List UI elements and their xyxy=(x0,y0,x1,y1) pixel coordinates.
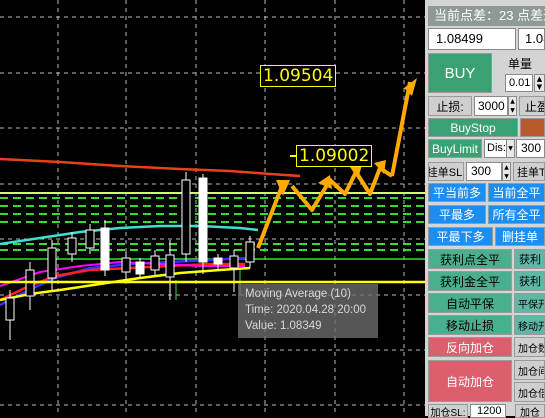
ma-tooltip: Moving Average (10) Time: 2020.04.28 20:… xyxy=(238,284,378,338)
stop-label: 止损: xyxy=(428,96,472,116)
buylimit-button[interactable]: BuyLimit xyxy=(428,139,482,158)
tooltip-line-2: Time: 2020.04.28 20:00 xyxy=(245,304,367,316)
ma-orange-line xyxy=(0,157,301,178)
profit-points-side-button[interactable]: 获利 xyxy=(514,249,545,269)
ma-cyan-line xyxy=(0,224,259,246)
dis-label: Dis: xyxy=(484,139,508,158)
close-all-current-button[interactable]: 当前全平 xyxy=(488,183,545,202)
stop-input[interactable]: 3000 xyxy=(474,96,508,116)
pending-sl-label: 挂单SL: xyxy=(428,162,464,181)
auto-breakeven-button[interactable]: 自动平保 xyxy=(428,293,512,313)
dis-input[interactable]: 300 xyxy=(516,139,545,158)
profit-points-close-button[interactable]: 获利点全平 xyxy=(428,249,512,269)
green-levels xyxy=(0,197,425,251)
profit-amount-close-button[interactable]: 获利金全平 xyxy=(428,271,512,291)
buy-button[interactable]: BUY xyxy=(428,53,492,93)
close-current-long-button[interactable]: 平当前多 xyxy=(428,183,486,202)
close-top-long-button[interactable]: 平最多 xyxy=(428,205,486,224)
profit-amount-side-button[interactable]: 获利 xyxy=(514,271,545,291)
reverse-add-button[interactable]: 反向加仓 xyxy=(428,337,512,357)
lot-input[interactable]: 0.01 xyxy=(505,74,533,92)
trailing-stop-toggle[interactable]: 移动开 xyxy=(514,315,545,335)
price-label-lower: 1.09002 xyxy=(296,145,373,167)
pending-tp-label: 挂单T xyxy=(513,162,545,181)
take-profit-label: 止盈 xyxy=(519,96,545,116)
grid xyxy=(0,0,425,416)
lot-label: 单量 xyxy=(508,57,533,71)
pending-sl-input[interactable]: 300 xyxy=(466,162,502,181)
auto-breakeven-toggle[interactable]: 平保开 xyxy=(514,293,545,313)
spread-header: 当前点差：23 点差过 xyxy=(428,6,545,26)
add-count-label: 加仓数 xyxy=(514,337,545,357)
add-multiplier-label: 加仓倍 xyxy=(514,382,545,402)
tooltip-line-3: Value: 1.08349 xyxy=(245,320,322,332)
dis-dropdown-icon[interactable]: ▼ xyxy=(506,139,515,158)
add-interval-label: 加仓间 xyxy=(514,360,545,380)
pending-sl-stepper-icon[interactable]: ▲ ▼ xyxy=(502,162,511,181)
close-all-button[interactable]: 所有全平 xyxy=(488,205,545,224)
close-bottom-long-button[interactable]: 平最下多 xyxy=(428,227,493,246)
sellstop-button[interactable] xyxy=(520,118,545,137)
lot-stepper-icon[interactable]: ▲ ▼ xyxy=(534,74,545,92)
ask-price-field: 1.08 xyxy=(518,28,545,50)
trailing-stop-button[interactable]: 移动止损 xyxy=(428,315,512,335)
stop-stepper-icon[interactable]: ▲ ▼ xyxy=(508,96,517,116)
delete-pending-button[interactable]: 删挂单 xyxy=(495,227,545,246)
price-label-upper: 1.09504 xyxy=(260,65,337,87)
arrow-heads xyxy=(276,78,417,196)
bid-price-field: 1.08499 xyxy=(428,28,516,50)
tooltip-line-1: Moving Average (10) xyxy=(245,288,351,300)
auto-add-button[interactable]: 自动加仓 xyxy=(428,360,512,402)
buystop-button[interactable]: BuyStop xyxy=(428,118,518,137)
